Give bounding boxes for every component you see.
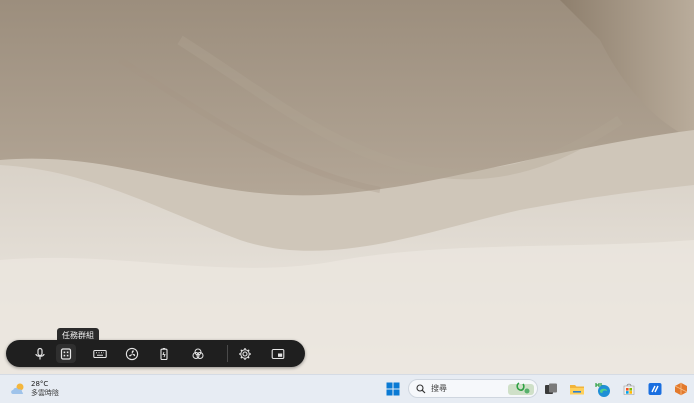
taskbar: 28°C 多雲時陰 搜尋 [0, 374, 694, 403]
color-filter-button[interactable] [188, 344, 208, 363]
start-icon [386, 382, 400, 396]
settings-button[interactable] [235, 344, 255, 363]
edge-browser-button[interactable] [593, 379, 613, 399]
taskbar-search[interactable]: 搜尋 [408, 379, 538, 398]
microphone-icon [35, 347, 45, 359]
color-filter-icon [192, 348, 204, 359]
store-icon [623, 383, 635, 395]
keyboard-button[interactable] [90, 344, 110, 363]
blue-app-icon [648, 383, 662, 395]
weather-temperature: 28°C [31, 380, 49, 388]
orange-app-icon [674, 382, 688, 396]
cloudy-weather-icon [11, 383, 24, 394]
task-group-button[interactable] [56, 344, 76, 363]
battery-icon [160, 347, 168, 360]
search-highlight-icon [508, 381, 534, 395]
desktop-wallpaper [0, 0, 694, 374]
fan-icon [125, 347, 139, 360]
microphone-button[interactable] [30, 344, 50, 363]
weather-widget[interactable]: 28°C 多雲時陰 [10, 378, 59, 400]
settings-gear-icon [239, 347, 251, 360]
edge-browser-icon [595, 383, 610, 397]
blue-app-button[interactable] [645, 379, 665, 399]
start-button[interactable] [383, 379, 403, 399]
file-explorer-button[interactable] [567, 379, 587, 399]
keyboard-icon [93, 349, 107, 358]
search-placeholder: 搜尋 [431, 384, 447, 393]
orange-app-button[interactable] [671, 379, 691, 399]
task-group-icon [60, 347, 72, 360]
store-button[interactable] [619, 379, 639, 399]
picture-in-picture-icon [271, 348, 285, 359]
floating-toolbar [6, 340, 305, 367]
file-explorer-icon [570, 385, 584, 395]
picture-in-picture-button[interactable] [268, 344, 288, 363]
search-icon [416, 383, 426, 393]
task-view-button[interactable] [541, 379, 561, 399]
fan-button[interactable] [122, 344, 142, 363]
toolbar-divider [227, 345, 228, 362]
battery-button[interactable] [154, 344, 174, 363]
task-view-icon [545, 383, 557, 394]
weather-condition: 多雲時陰 [31, 389, 59, 397]
